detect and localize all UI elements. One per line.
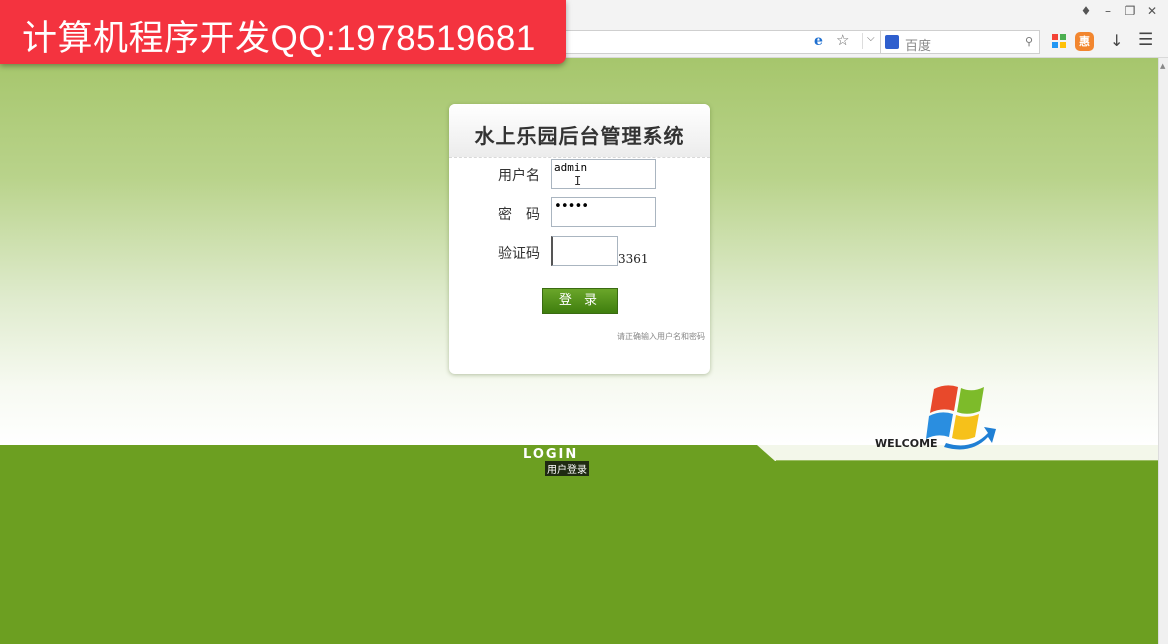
password-field[interactable]: ••••• — [551, 197, 656, 227]
close-icon[interactable]: ✕ — [1146, 4, 1158, 18]
username-field[interactable]: admin — [551, 159, 656, 189]
login-card: 水上乐园后台管理系统 用户名 admin I 密 码 ••••• 验证码 336… — [449, 104, 710, 374]
chevron-down-icon[interactable]: ⌵ — [862, 33, 875, 49]
search-input[interactable]: 百度 ⚲ — [880, 30, 1040, 54]
search-icon[interactable]: ⚲ — [1025, 35, 1033, 48]
captcha-code[interactable]: 3361 — [618, 252, 649, 266]
windows-logo-icon — [926, 385, 996, 450]
download-icon[interactable]: ↓ — [1110, 31, 1123, 50]
minimize-icon[interactable]: – — [1102, 4, 1114, 18]
window-controls: ♦ – ❐ ✕ — [1080, 4, 1158, 18]
search-engine-label: 百度 — [905, 39, 932, 54]
restore-icon[interactable]: ❐ — [1124, 4, 1136, 18]
page-content: 水上乐园后台管理系统 用户名 admin I 密 码 ••••• 验证码 336… — [0, 58, 1158, 644]
login-heading: LOGIN — [523, 447, 579, 462]
favorite-star-icon[interactable]: ☆ — [836, 31, 849, 49]
username-label: 用户名 — [498, 168, 540, 184]
text-cursor-icon: I — [574, 174, 582, 188]
skin-icon[interactable]: ♦ — [1080, 4, 1092, 18]
login-hint: 请正确输入用户名和密码 — [617, 332, 705, 341]
baidu-logo-icon — [885, 35, 899, 49]
address-bar[interactable] — [560, 30, 880, 54]
apps-grid-icon[interactable] — [1052, 34, 1066, 48]
captcha-label: 验证码 — [498, 246, 540, 262]
login-subheading: 用户登录 — [545, 461, 589, 476]
login-button[interactable]: 登 录 — [542, 288, 618, 314]
extension-icon[interactable]: 惠 — [1075, 32, 1094, 51]
password-label: 密 码 — [498, 207, 540, 223]
watermark-banner: 计算机程序开发QQ:1978519681 — [0, 0, 566, 64]
ie-compat-icon[interactable]: e — [814, 33, 823, 49]
captcha-field[interactable] — [551, 236, 618, 266]
scrollbar[interactable]: ▲ — [1158, 58, 1168, 644]
footer-divider — [776, 460, 1158, 461]
menu-icon[interactable]: ☰ — [1138, 30, 1153, 50]
scroll-up-icon[interactable]: ▲ — [1160, 62, 1165, 70]
login-title: 水上乐园后台管理系统 — [474, 124, 685, 148]
